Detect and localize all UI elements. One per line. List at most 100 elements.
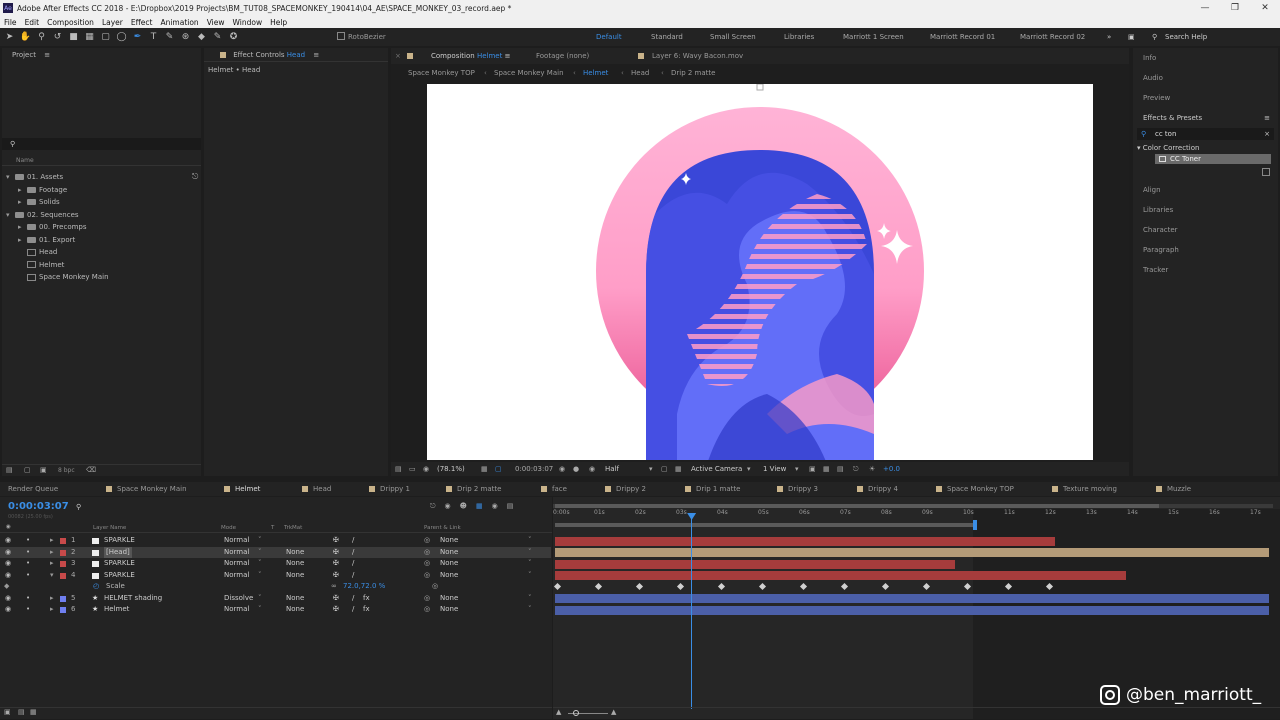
project-item[interactable]: Head (2, 246, 201, 259)
chevron-down-icon[interactable]: ˅ (528, 570, 532, 582)
workspace-marriott-record-01[interactable]: Marriott Record 01 (930, 28, 995, 46)
pan-behind-tool-icon[interactable]: ▦ (83, 31, 96, 43)
panel-character[interactable]: Character (1133, 220, 1278, 240)
draft-3d-icon[interactable]: ◉ (445, 502, 451, 511)
project-item[interactable]: Space Monkey Main (2, 271, 201, 284)
trkmat-select[interactable]: None (286, 593, 304, 605)
clear-search-icon[interactable]: × (1264, 128, 1270, 140)
layer-name[interactable]: HELMET shading (104, 593, 162, 605)
zoom-level[interactable]: (78.1%) (437, 462, 465, 476)
new-comp-icon[interactable]: ▣ (40, 466, 47, 474)
layer-row[interactable]: ◉ • ▸ 5 ★ HELMET shading Dissolve ˅ None ✠ / fx ◎ Non… (0, 593, 551, 605)
keyframe[interactable] (963, 582, 972, 591)
stopwatch-icon[interactable]: ◴ (93, 581, 99, 593)
menu-layer[interactable]: Layer (98, 18, 127, 27)
rotobezier-checkbox[interactable] (337, 32, 345, 40)
timeline-tab-texture-moving[interactable]: Texture moving (1052, 482, 1117, 496)
timeline-tab-helmet[interactable]: Helmet (224, 482, 260, 496)
layer-name[interactable]: SPARKLE (104, 558, 135, 570)
layer-row[interactable]: ◉ • ▸ 2 [Head] Normal ˅ None ✠ / ◎ None ˅ (0, 546, 551, 559)
quality-switch-icon[interactable]: / (352, 558, 354, 570)
workspace-standard[interactable]: Standard (651, 28, 683, 46)
eye-icon[interactable]: ◉ (5, 535, 11, 547)
chevron-down-icon[interactable]: ˅ (528, 593, 532, 605)
keyframe[interactable] (922, 582, 931, 591)
zoom-out-icon[interactable]: ▲ (556, 708, 561, 716)
toggle-duration-icon[interactable]: ▦ (30, 708, 37, 716)
keyframe[interactable] (676, 582, 685, 591)
menu-file[interactable]: File (0, 18, 21, 27)
eye-icon[interactable]: ◉ (5, 604, 11, 616)
layer-duration-bar[interactable] (555, 594, 1269, 603)
chevron-down-icon[interactable]: ˅ (528, 547, 532, 559)
keyframe[interactable] (594, 582, 603, 591)
project-item[interactable]: Helmet (2, 259, 201, 272)
parent-pickwhip-icon[interactable]: ◎ (424, 570, 430, 582)
eraser-tool-icon[interactable]: ◆ (195, 31, 208, 43)
close-tab-icon[interactable]: × (395, 48, 401, 64)
menu-help[interactable]: Help (266, 18, 291, 27)
chevron-down-icon[interactable]: ˅ (258, 547, 262, 559)
fx-switch-icon[interactable]: fx (363, 593, 370, 605)
solo-icon[interactable]: • (26, 570, 30, 582)
panel-tracker[interactable]: Tracker (1133, 260, 1278, 280)
frame-blending-icon[interactable]: ▦ (476, 502, 483, 511)
timeline-tab-head[interactable]: Head (302, 482, 331, 496)
view-layout-select[interactable]: 1 View (763, 462, 786, 476)
fx-switch-icon[interactable]: fx (363, 604, 370, 616)
breadcrumb-space-monkey-top[interactable]: Space Monkey TOP (408, 66, 475, 80)
timeline-tab-drippy-1[interactable]: Drippy 1 (369, 482, 410, 496)
breadcrumb-head[interactable]: Head (631, 66, 649, 80)
workspace-marriott-record-02[interactable]: Marriott Record 02 (1020, 28, 1085, 46)
shy-switch-icon[interactable]: ✠ (333, 547, 339, 559)
chevron-right-icon[interactable]: ▸ (18, 184, 27, 197)
label-color[interactable] (60, 595, 66, 602)
label-color[interactable] (60, 561, 66, 567)
timeline-navigator[interactable] (553, 504, 1273, 508)
maximize-icon[interactable]: ❐ (1220, 0, 1250, 16)
layer-row[interactable]: ◉ • ▸ 3 SPARKLE Normal ˅ None ✠ / ◎ None ˅ (0, 558, 551, 570)
search-help[interactable]: Search Help (1165, 28, 1207, 46)
keyframe[interactable] (635, 582, 644, 591)
layer-name[interactable]: Helmet (104, 604, 129, 616)
mask-visibility-icon[interactable]: ▢ (495, 462, 502, 476)
eye-icon[interactable]: ◉ (5, 570, 11, 582)
composition-viewer[interactable] (427, 84, 1093, 460)
effect-result[interactable]: CC Toner (1155, 154, 1271, 164)
chevron-right-icon[interactable]: ▸ (18, 196, 27, 209)
panel-info[interactable]: Info (1133, 48, 1278, 68)
hand-tool-icon[interactable]: ✋ (19, 31, 32, 43)
zoom-tool-icon[interactable]: ⚲ (35, 31, 48, 43)
panel-libraries[interactable]: Libraries (1133, 200, 1278, 220)
work-area-end-handle[interactable] (973, 520, 977, 530)
keyframe-nav-icon[interactable]: ◆ (4, 581, 9, 593)
menu-edit[interactable]: Edit (21, 18, 44, 27)
layer-duration-bar[interactable] (555, 605, 1269, 615)
link-icon[interactable]: ∞ (331, 581, 337, 593)
label-color[interactable] (60, 607, 66, 613)
timeline-tab-space-monkey-top[interactable]: Space Monkey TOP (936, 482, 1014, 496)
footage-tab[interactable]: Footage (none) (536, 48, 589, 64)
playhead[interactable] (687, 513, 697, 709)
keyframe[interactable] (553, 582, 562, 591)
interpret-footage-icon[interactable]: ▤ (6, 466, 13, 474)
workspace-marriott-1-screen[interactable]: Marriott 1 Screen (843, 28, 904, 46)
chevron-down-icon[interactable]: ˅ (258, 558, 262, 570)
menu-view[interactable]: View (203, 18, 229, 27)
blend-mode-select[interactable]: Normal (224, 604, 249, 616)
property-row[interactable]: ◆ ◴ Scale ∞ 72.0,72.0 % ◎ (0, 581, 551, 593)
shy-icon[interactable]: ☻ (460, 502, 467, 511)
shy-switch-icon[interactable]: ✠ (333, 593, 339, 605)
parent-select[interactable]: None (440, 570, 458, 582)
timeline-tab-drip-2-matte[interactable]: Drip 2 matte (446, 482, 501, 496)
type-tool-icon[interactable]: T (147, 31, 160, 43)
flowchart-icon[interactable]: ⎋ (192, 172, 198, 182)
transform-handle[interactable] (756, 84, 764, 91)
shy-switch-icon[interactable]: ✠ (333, 558, 339, 570)
project-item[interactable]: ▾ 02. Sequences (2, 209, 201, 222)
menu-effect[interactable]: Effect (127, 18, 157, 27)
shy-switch-icon[interactable]: ✠ (333, 604, 339, 616)
chevron-right-icon[interactable]: ▸ (50, 558, 54, 570)
chevron-down-icon[interactable]: ▾ (795, 462, 799, 476)
label-color[interactable] (60, 572, 66, 579)
